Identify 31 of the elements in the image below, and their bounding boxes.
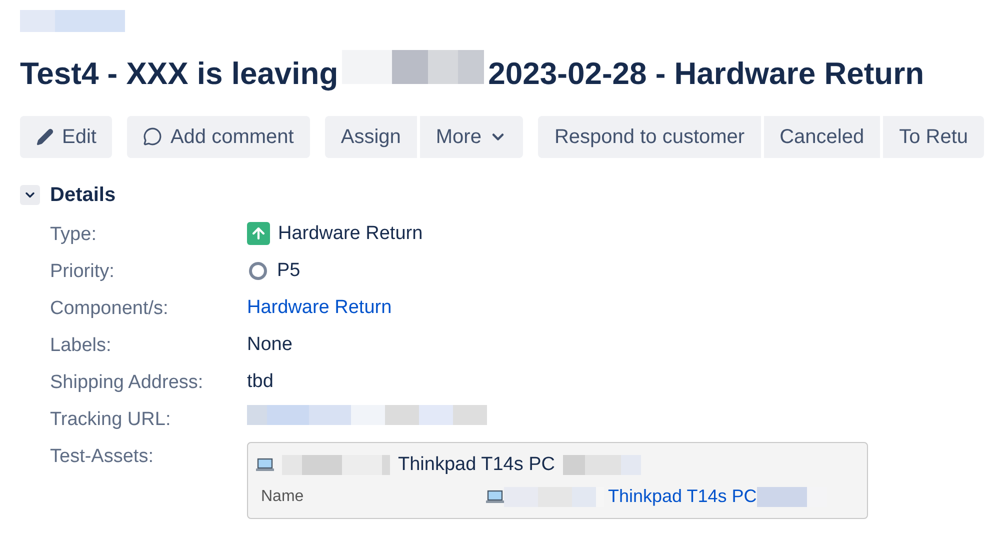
issue-title: Test4 - XXX is leaving — [20, 54, 338, 93]
toolbar-button[interactable]: More — [420, 116, 524, 158]
attribute-label: Name — [260, 486, 305, 506]
field-label: Labels: — [49, 334, 112, 358]
laptop-icon — [486, 490, 504, 504]
arrow-up-icon — [247, 222, 270, 246]
toolbar-button[interactable]: To Retu — [883, 116, 984, 158]
field-label: Type: — [49, 222, 98, 246]
component-link[interactable]: Hardware Return — [247, 294, 392, 322]
section-heading: Details — [50, 182, 116, 208]
speech-bubble-icon — [143, 127, 162, 146]
field-label: Shipping Address: — [49, 370, 204, 394]
field-value: P5 — [277, 258, 300, 282]
field-label: Component/s: — [49, 296, 170, 320]
toolbar-button[interactable]: Canceled — [764, 116, 880, 158]
collapse-toggle[interactable] — [20, 184, 40, 204]
field-value: None — [247, 332, 292, 356]
field-label: Tracking URL: — [49, 408, 172, 432]
asset-title: Thinkpad T14s PC — [398, 452, 556, 476]
toolbar-button[interactable]: Assign — [324, 116, 417, 158]
field-value: Hardware Return — [278, 222, 423, 246]
pencil-icon — [36, 128, 54, 146]
issue-title: 2023-02-28 - Hardware Return — [488, 54, 924, 92]
field-label: Test-Assets: — [49, 444, 154, 468]
toolbar-button[interactable]: Edit — [20, 116, 112, 158]
toolbar-button[interactable]: Respond to customer — [538, 116, 761, 158]
field-label: Priority: — [49, 260, 116, 284]
field-value: tbd — [247, 370, 274, 394]
laptop-icon — [256, 458, 274, 472]
toolbar-button[interactable]: Add comment — [127, 116, 310, 158]
asset-link[interactable]: Thinkpad T14s PC — [608, 483, 757, 510]
